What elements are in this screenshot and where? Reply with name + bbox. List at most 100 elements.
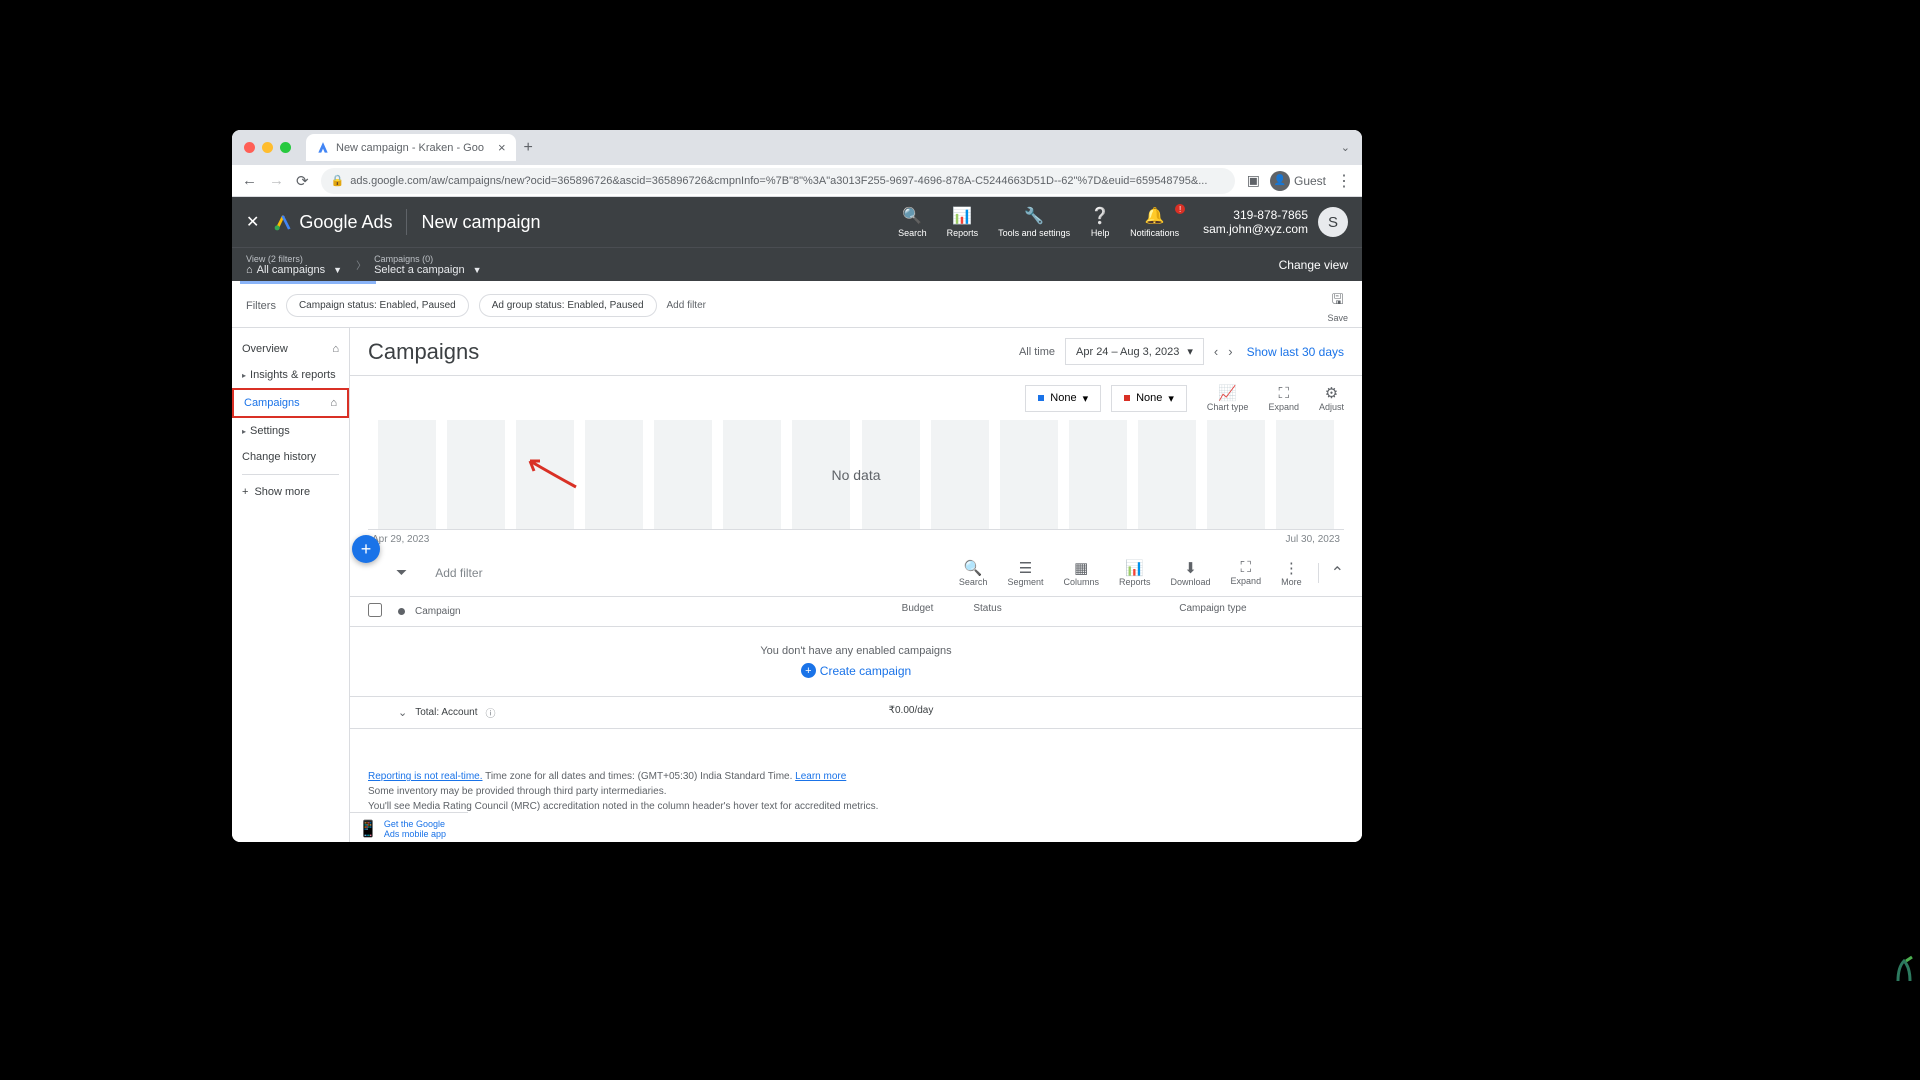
chart-type-button[interactable]: 📈Chart type <box>1207 384 1249 412</box>
collapse-icon[interactable]: ⌃ <box>1318 563 1344 583</box>
close-icon[interactable]: ✕ <box>246 212 259 232</box>
search-icon: 🔍 <box>964 559 983 577</box>
back-icon[interactable]: ← <box>242 172 257 189</box>
account-phone: 319-878-7865 <box>1233 208 1308 222</box>
url-text: ads.google.com/aw/campaigns/new?ocid=365… <box>350 175 1207 187</box>
funnel-icon[interactable]: ⏷ <box>396 564 407 581</box>
reporting-link[interactable]: Reporting is not real-time. <box>368 771 483 782</box>
show-30-days-link[interactable]: Show last 30 days <box>1247 345 1344 359</box>
notif-badge: ! <box>1175 204 1185 214</box>
expand-icon: ▸ <box>242 427 246 436</box>
tbl-more[interactable]: ⋮More <box>1271 559 1312 587</box>
header-help[interactable]: ❔Help <box>1080 206 1120 238</box>
total-budget: ₹0.00/day <box>727 705 973 720</box>
expand-icon: ⛶ <box>1278 385 1289 402</box>
main-content: Campaigns All time Apr 24 – Aug 3, 2023▾… <box>350 328 1362 842</box>
campaign-selector[interactable]: Campaigns (0) Select a campaign▼ <box>374 254 481 276</box>
header-reports[interactable]: 📊Reports <box>937 206 989 238</box>
col-budget[interactable]: Budget <box>727 603 973 620</box>
reports-icon: 📊 <box>952 206 972 226</box>
col-campaign[interactable]: Campaign <box>415 606 461 617</box>
filter-chip-adgroup-status[interactable]: Ad group status: Enabled, Paused <box>479 294 657 317</box>
view-selector[interactable]: View (2 filters) ⌂All campaigns▼ <box>246 254 342 276</box>
add-filter-link[interactable]: Add filter <box>667 300 706 311</box>
metric-selector-1[interactable]: None▾ <box>1025 385 1101 412</box>
forward-icon[interactable]: → <box>269 172 284 189</box>
window-max-dot[interactable] <box>280 142 291 153</box>
profile-button[interactable]: 👤 Guest <box>1270 171 1326 191</box>
table-toolbar: + ⏷ Add filter 🔍Search ☰Segment ▦Columns… <box>350 549 1362 597</box>
window-close-dot[interactable] <box>244 142 255 153</box>
add-campaign-fab[interactable]: + <box>352 535 380 563</box>
chevron-down-icon: ▾ <box>1168 392 1174 405</box>
home-icon: ⌂ <box>246 264 253 276</box>
chart-date-axis: Apr 29, 2023 Jul 30, 2023 <box>350 530 1362 549</box>
sidebar-item-overview[interactable]: Overview⌂ <box>232 336 349 362</box>
metric-selector-2[interactable]: None▾ <box>1111 385 1187 412</box>
chart-expand-button[interactable]: ⛶Expand <box>1268 385 1299 412</box>
save-filter-button[interactable]: 🖫Save <box>1327 289 1348 323</box>
reload-icon[interactable]: ⟳ <box>296 172 309 190</box>
tbl-reports[interactable]: 📊Reports <box>1109 559 1161 587</box>
account-email: sam.john@xyz.com <box>1203 222 1308 236</box>
header-search[interactable]: 🔍Search <box>888 206 937 238</box>
phone-icon: 📱 <box>358 819 378 839</box>
sidebar-item-settings[interactable]: ▸Settings <box>232 418 349 444</box>
sidebar-item-history[interactable]: Change history <box>232 444 349 470</box>
header-notifications[interactable]: !🔔Notifications <box>1120 206 1189 238</box>
col-type[interactable]: Campaign type <box>1179 603 1344 620</box>
date-range-selector[interactable]: Apr 24 – Aug 3, 2023▾ <box>1065 338 1204 365</box>
tbl-download[interactable]: ⬇Download <box>1161 559 1221 587</box>
alltime-label: All time <box>1019 346 1055 358</box>
filter-chip-campaign-status[interactable]: Campaign status: Enabled, Paused <box>286 294 469 317</box>
google-ads-logo[interactable]: Google Ads <box>273 212 392 233</box>
tbl-expand[interactable]: ⛶Expand <box>1221 559 1272 587</box>
sidebar-item-insights[interactable]: ▸Insights & reports <box>232 362 349 388</box>
table-add-filter[interactable]: Add filter <box>435 566 482 580</box>
change-view-link[interactable]: Change view <box>1279 258 1348 272</box>
new-tab-button[interactable]: + <box>524 139 533 157</box>
breadcrumb-bar: View (2 filters) ⌂All campaigns▼ 〉 Campa… <box>232 247 1362 281</box>
col-status[interactable]: Status <box>973 603 1179 620</box>
chart-icon: 📈 <box>1218 384 1237 402</box>
browser-titlebar: New campaign - Kraken - Goo × + ⌄ <box>232 130 1362 165</box>
tabs-dropdown-icon[interactable]: ⌄ <box>1341 141 1350 154</box>
browser-menu-icon[interactable]: ⋮ <box>1336 171 1352 191</box>
page-subtitle: New campaign <box>421 212 540 233</box>
browser-urlbar: ← → ⟳ 🔒 ads.google.com/aw/campaigns/new?… <box>232 165 1362 197</box>
chart-adjust-button[interactable]: ⚙Adjust <box>1319 384 1344 412</box>
address-bar[interactable]: 🔒 ads.google.com/aw/campaigns/new?ocid=3… <box>321 168 1235 194</box>
create-campaign-link[interactable]: +Create campaign <box>350 663 1362 678</box>
chart-end-date: Jul 30, 2023 <box>1286 534 1341 545</box>
tbl-columns[interactable]: ▦Columns <box>1053 559 1109 587</box>
browser-tab[interactable]: New campaign - Kraken - Goo × <box>306 134 516 161</box>
help-icon: ❔ <box>1090 206 1110 226</box>
account-avatar[interactable]: S <box>1318 207 1348 237</box>
date-prev-icon[interactable]: ‹ <box>1214 344 1218 359</box>
watermark-icon <box>1890 953 1918 990</box>
plus-icon: + <box>242 486 248 498</box>
learn-more-link[interactable]: Learn more <box>795 771 846 782</box>
chart-toolbar: None▾ None▾ 📈Chart type ⛶Expand ⚙Adjust <box>350 376 1362 420</box>
profile-avatar-icon: 👤 <box>1270 171 1290 191</box>
chart-area: No data <box>368 420 1344 530</box>
columns-icon: ▦ <box>1074 559 1088 577</box>
google-ads-favicon <box>316 141 330 155</box>
no-data-label: No data <box>831 467 880 483</box>
chevron-down-icon[interactable]: ⌄ <box>398 706 407 719</box>
extensions-icon[interactable]: ▣ <box>1247 172 1260 189</box>
window-min-dot[interactable] <box>262 142 273 153</box>
filters-bar: Filters Campaign status: Enabled, Paused… <box>232 284 1362 328</box>
tbl-segment[interactable]: ☰Segment <box>997 559 1053 587</box>
plus-circle-icon: + <box>801 663 816 678</box>
tab-close-icon[interactable]: × <box>498 140 506 155</box>
mobile-app-promo[interactable]: 📱 Get the Google Ads mobile app <box>350 812 468 842</box>
date-next-icon[interactable]: › <box>1228 344 1232 359</box>
info-icon[interactable]: ⓘ <box>485 705 495 720</box>
header-tools[interactable]: 🔧Tools and settings <box>988 206 1080 238</box>
sidebar-item-campaigns[interactable]: Campaigns⌂ <box>232 388 349 418</box>
sidebar-show-more[interactable]: +Show more <box>232 479 349 505</box>
select-all-checkbox[interactable] <box>368 603 382 617</box>
tbl-search[interactable]: 🔍Search <box>949 559 998 587</box>
red-square-icon <box>1124 395 1130 401</box>
